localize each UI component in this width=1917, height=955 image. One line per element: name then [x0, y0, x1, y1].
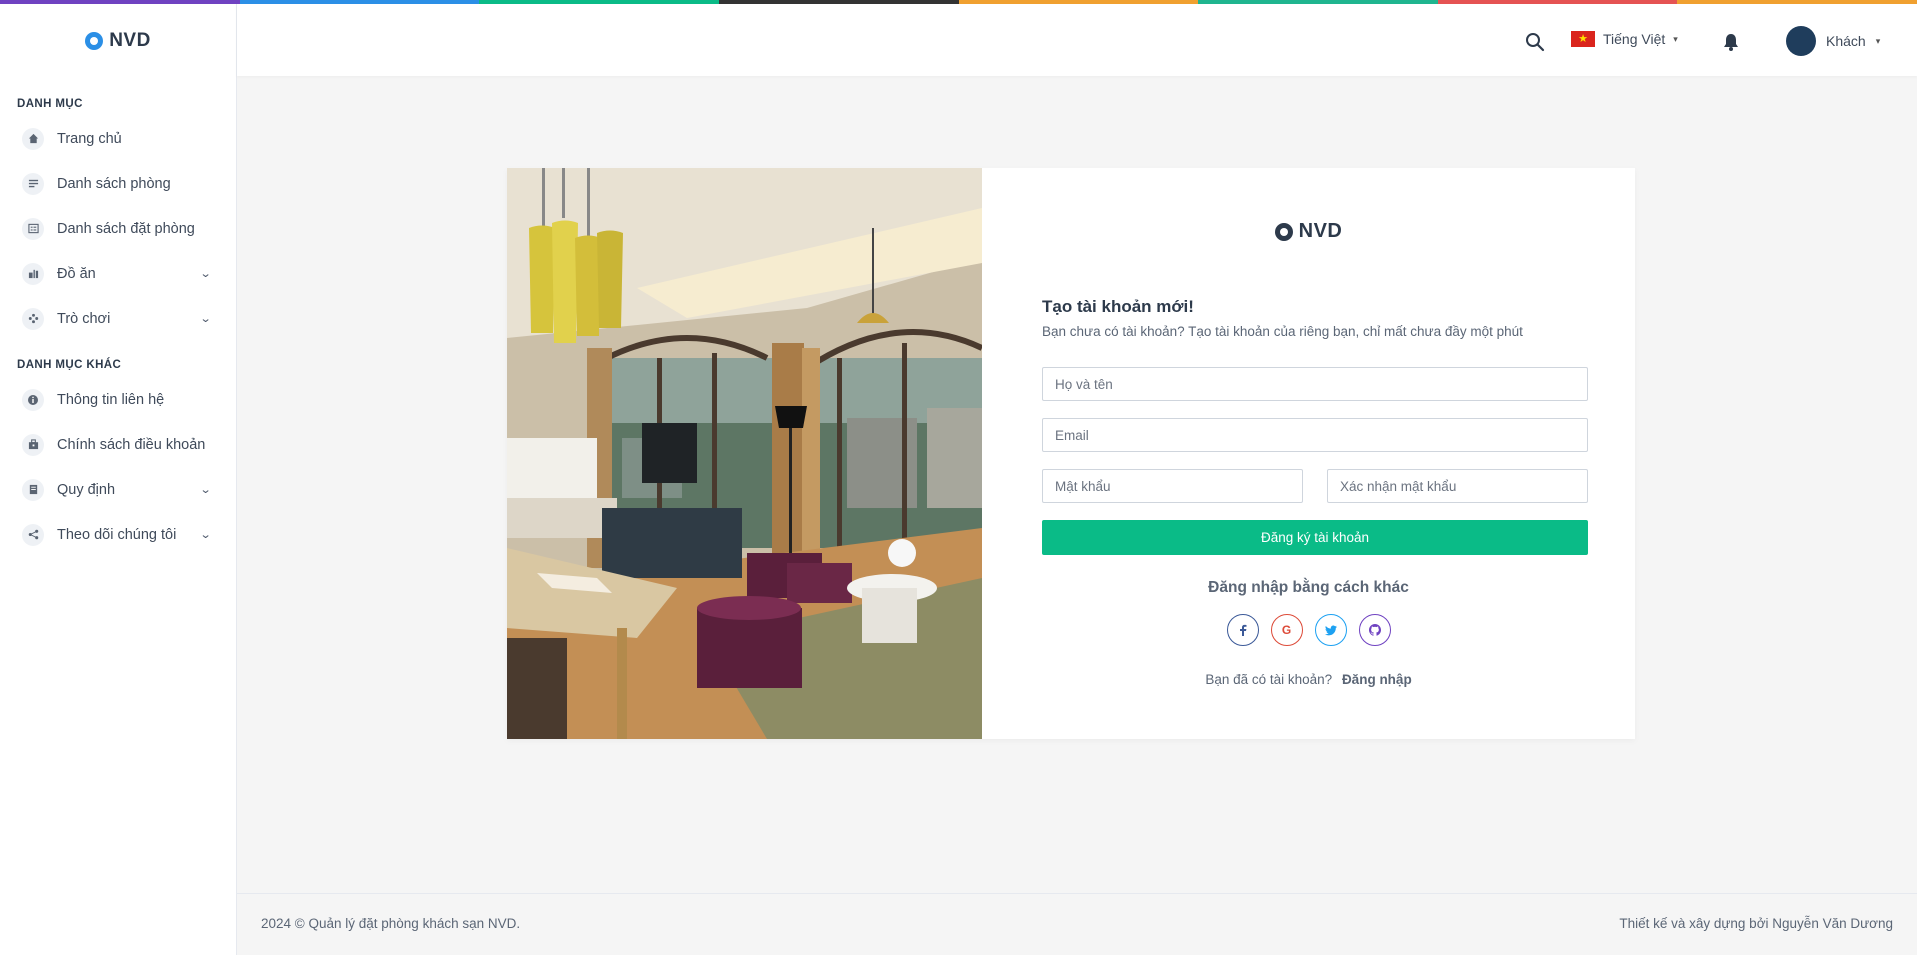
register-form-panel: NVD Tạo tài khoản mới! Bạn chưa có tài k… — [982, 168, 1635, 739]
list-icon — [22, 172, 44, 195]
register-button[interactable]: Đăng ký tài khoản — [1042, 520, 1588, 555]
twitter-login-button[interactable] — [1314, 614, 1347, 646]
share-icon — [22, 523, 44, 546]
sidebar-item-label: Quy định — [57, 481, 116, 498]
footer: 2024 © Quản lý đặt phòng khách sạn NVD. … — [237, 893, 1917, 955]
register-card: NVD Tạo tài khoản mới! Bạn chưa có tài k… — [507, 168, 1635, 739]
chevron-down-icon: ▾ — [1673, 33, 1678, 44]
sidebar-item-label: Thông tin liên hệ — [57, 391, 165, 408]
food-icon — [22, 262, 44, 285]
footer-copyright: 2024 © Quản lý đặt phòng khách sạn NVD. — [261, 916, 521, 931]
avatar — [1786, 26, 1816, 56]
sidebar-item-label: Trò chơi — [57, 310, 111, 327]
sidebar-item-label: Theo dõi chúng tôi — [57, 526, 177, 543]
sidebar-item-label: Danh sách đặt phòng — [57, 220, 195, 237]
footer-credit: Thiết kế và xây dựng bởi Nguyễn Văn Dươn… — [1619, 916, 1893, 931]
sidebar-item-home[interactable]: Trang chủ — [0, 116, 236, 161]
sidebar-item-bookings[interactable]: Danh sách đặt phòng — [0, 206, 236, 251]
password-field[interactable] — [1042, 469, 1303, 503]
github-icon — [1368, 624, 1381, 636]
sidebar-item-food[interactable]: Đồ ăn ⌄ — [0, 251, 236, 296]
github-login-button[interactable] — [1358, 614, 1391, 646]
chevron-down-icon: ▾ — [1875, 35, 1881, 46]
sidebar-section-title: DANH MỤC — [17, 98, 83, 110]
fullname-field[interactable] — [1042, 367, 1588, 401]
sidebar-item-rooms[interactable]: Danh sách phòng — [0, 161, 236, 206]
sidebar-item-label: Danh sách phòng — [57, 175, 171, 192]
sidebar-item-label: Chính sách điều khoản — [57, 436, 206, 453]
top-header: ★ Tiếng Việt ▾ Khách ▾ — [237, 4, 1917, 76]
logo-icon — [1274, 222, 1293, 241]
google-login-button[interactable]: G — [1270, 614, 1303, 646]
bell-icon[interactable] — [1720, 31, 1742, 53]
language-selector[interactable]: ★ Tiếng Việt ▾ — [1571, 31, 1678, 47]
top-color-bar — [0, 0, 1917, 4]
sidebar-item-label: Đồ ăn — [57, 265, 96, 282]
chevron-down-icon: ⌄ — [199, 529, 212, 541]
sidebar-item-games[interactable]: Trò chơi ⌄ — [0, 296, 236, 341]
facebook-login-button[interactable] — [1226, 614, 1259, 646]
google-icon: G — [1281, 623, 1292, 637]
hotel-room-image — [507, 168, 982, 739]
social-login-group: G — [982, 614, 1635, 646]
login-prompt-text: Bạn đã có tài khoản? — [1205, 672, 1333, 687]
alt-login-title: Đăng nhập bằng cách khác — [1208, 579, 1409, 596]
search-icon[interactable] — [1524, 31, 1546, 53]
chevron-down-icon: ⌄ — [199, 313, 212, 325]
card-logo: NVD — [982, 220, 1635, 243]
logo-text: NVD — [1298, 220, 1343, 242]
email-field[interactable] — [1042, 418, 1588, 452]
sidebar-item-policy[interactable]: Chính sách điều khoản — [0, 422, 236, 467]
sidebar-item-rules[interactable]: Quy định ⌄ — [0, 467, 236, 512]
booking-list-icon — [22, 217, 44, 240]
login-link[interactable]: Đăng nhập — [1342, 672, 1412, 687]
sidebar-item-label: Trang chủ — [57, 130, 122, 147]
policy-icon — [22, 433, 44, 456]
sidebar: NVD DANH MỤC Trang chủ Danh sách phòng D… — [0, 0, 237, 955]
form-subtitle: Bạn chưa có tài khoản? Tạo tài khoản của… — [1042, 324, 1523, 339]
form-title: Tạo tài khoản mới! — [1042, 297, 1194, 316]
gamepad-icon — [22, 307, 44, 330]
twitter-icon — [1324, 625, 1337, 635]
sidebar-item-follow[interactable]: Theo dõi chúng tôi ⌄ — [0, 512, 236, 557]
sidebar-logo[interactable]: NVD — [0, 0, 236, 78]
vietnam-flag-icon: ★ — [1571, 31, 1595, 47]
info-icon — [22, 388, 44, 411]
chevron-down-icon: ⌄ — [199, 484, 212, 496]
sidebar-item-contact[interactable]: Thông tin liên hệ — [0, 377, 236, 422]
rules-icon — [22, 478, 44, 501]
user-menu[interactable]: Khách ▾ — [1786, 26, 1880, 56]
home-icon — [22, 127, 44, 150]
user-name: Khách — [1826, 33, 1866, 49]
logo-text: NVD — [109, 30, 151, 51]
login-prompt: Bạn đã có tài khoản? Đăng nhập — [982, 672, 1635, 687]
sidebar-section-title: DANH MỤC KHÁC — [17, 359, 122, 371]
chevron-down-icon: ⌄ — [199, 268, 212, 280]
facebook-icon — [1239, 624, 1246, 636]
language-label: Tiếng Việt — [1603, 31, 1666, 47]
logo-icon — [85, 32, 104, 50]
confirm-password-field[interactable] — [1327, 469, 1588, 503]
